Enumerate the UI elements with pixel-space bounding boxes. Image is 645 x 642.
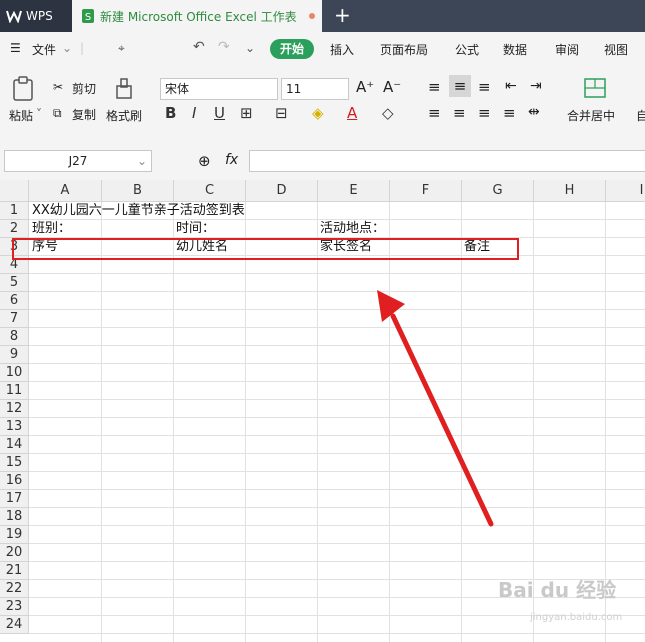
annotation-arrow-icon xyxy=(377,290,494,527)
baidu-watermark-url: jingyan.baidu.com xyxy=(530,612,623,623)
baidu-watermark: Bai du 经验 xyxy=(498,578,617,602)
